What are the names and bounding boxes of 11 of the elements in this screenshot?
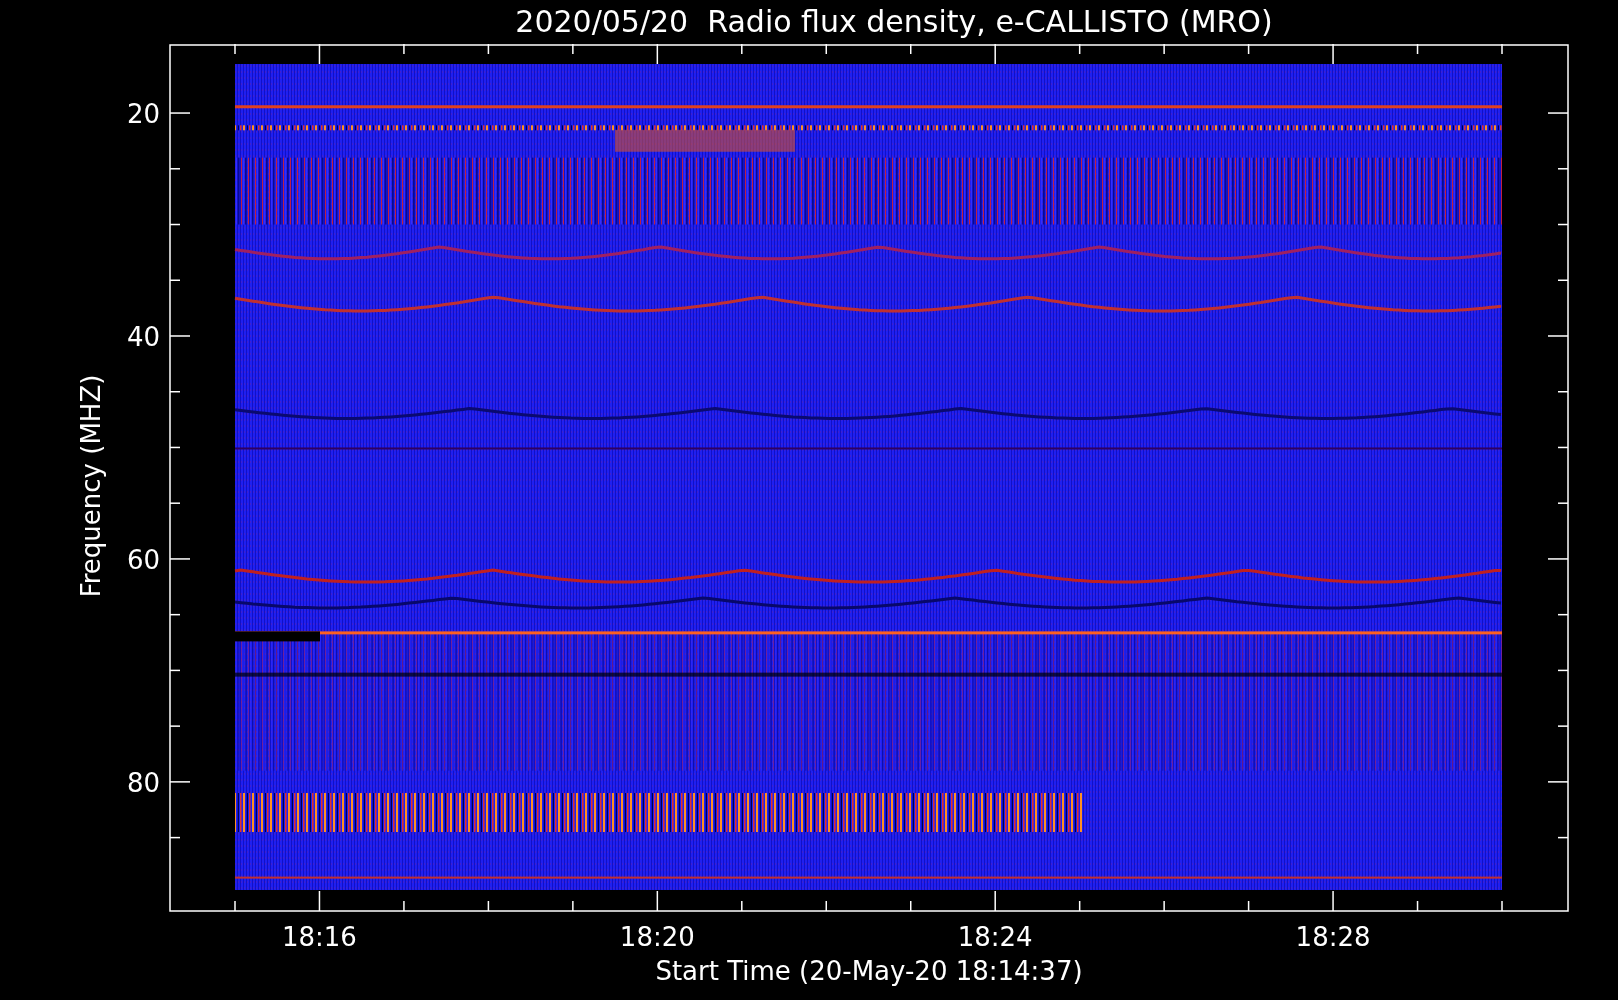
tick-label: 80 bbox=[126, 767, 160, 798]
tick-label: 18:16 bbox=[282, 922, 357, 952]
x-axis-label: Start Time (20-May-20 18:14:37) bbox=[655, 956, 1083, 986]
y-axis-label: Frequency (MHZ) bbox=[76, 374, 106, 598]
chart-title: 2020/05/20 Radio flux density, e-CALLISTO (MRO) bbox=[515, 7, 1273, 37]
tick-label: 18:20 bbox=[619, 922, 695, 952]
tick-label: 20 bbox=[126, 99, 160, 130]
tick-label: 18:28 bbox=[1295, 922, 1371, 952]
tick-label: 40 bbox=[126, 322, 160, 352]
tick-label: 18:24 bbox=[957, 922, 1033, 952]
tick-label: 60 bbox=[126, 544, 160, 575]
